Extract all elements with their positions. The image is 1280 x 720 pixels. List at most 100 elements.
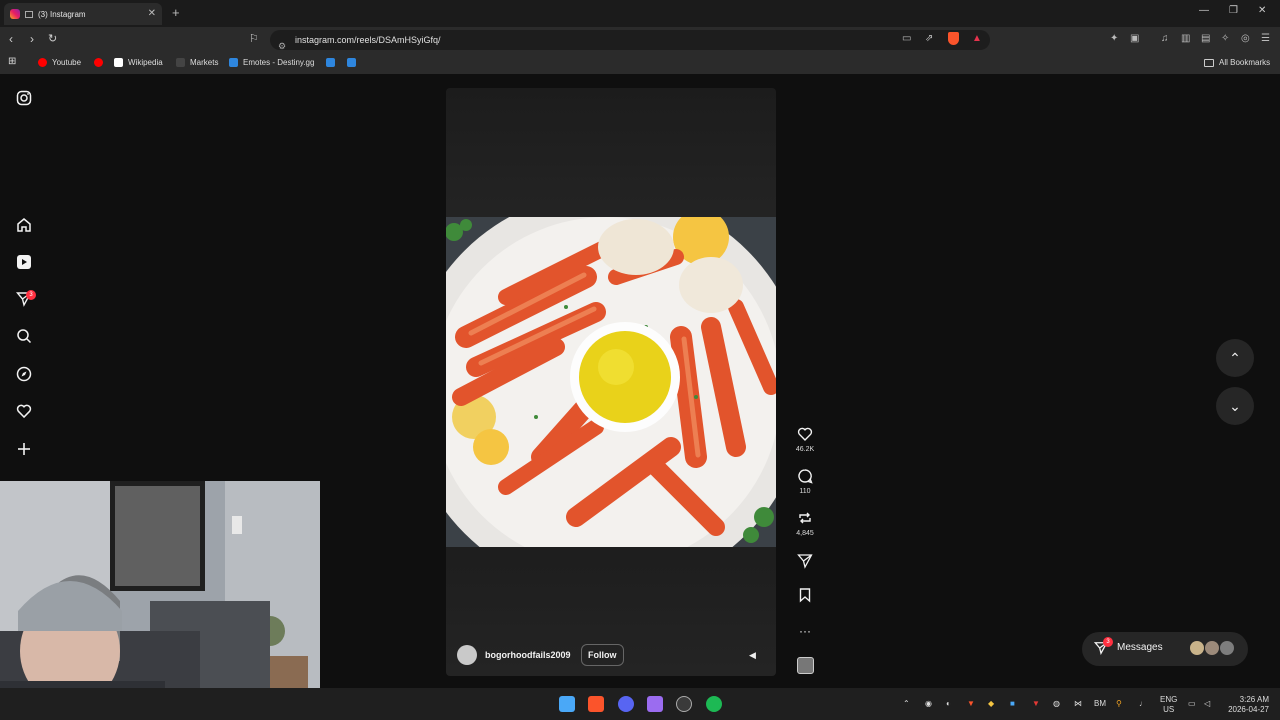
sidebar-icon[interactable]: ▥ [1181, 33, 1190, 44]
clock[interactable]: 3:26 AM 2026-04-27 [1223, 695, 1269, 715]
avatar [1190, 641, 1204, 655]
extension-icon[interactable]: ▣ [1130, 33, 1139, 44]
url-text: instagram.com/reels/DSAmHSyiGfq/ [295, 35, 441, 45]
cast-icon[interactable]: ▭ [902, 33, 911, 44]
bookmark-icon [790, 587, 820, 605]
search-icon[interactable] [14, 328, 34, 348]
bookmark-emotes[interactable]: Emotes - Destiny.gg [229, 58, 314, 67]
bookmark-label: Youtube [52, 58, 82, 67]
like-button[interactable]: 46.2K [790, 426, 820, 453]
folder-icon [1204, 58, 1214, 67]
wallet-icon[interactable]: ▤ [1201, 33, 1210, 44]
steam-icon[interactable]: ◐ [946, 699, 951, 708]
search-icon[interactable]: ⚲ [1116, 699, 1122, 708]
plus-icon[interactable] [14, 441, 34, 461]
back-icon[interactable]: ‹ [9, 32, 13, 46]
network-icon[interactable]: ▭ [1188, 699, 1196, 708]
mute-icon[interactable]: ◀ [749, 650, 756, 661]
microphone-icon[interactable]: ♩ [1139, 699, 1147, 708]
apps-grid-icon[interactable]: ⊞ [8, 56, 16, 67]
brave-shields-icon[interactable] [948, 32, 959, 45]
save-button[interactable] [790, 587, 820, 605]
tray-app-icon[interactable]: ⋈ [1074, 699, 1082, 708]
audio-icon [796, 657, 814, 674]
windows-taskbar: ⌃ ◉ ◐ ▼ ◆ ■ ▼ ◍ ⋈ BM ⚲ ♩ ENG US ▭ ◁ 3:26… [0, 688, 1280, 720]
audio-thumbnail[interactable] [790, 657, 820, 674]
avatar[interactable] [457, 645, 477, 665]
tray-bm-label[interactable]: BM [1094, 699, 1106, 708]
bookmark-wikipedia[interactable]: Wikipedia [114, 58, 163, 67]
bookmark-page-icon[interactable]: ⚐ [249, 32, 259, 45]
reel-video-frame[interactable] [446, 217, 776, 547]
compass-icon[interactable] [14, 366, 34, 386]
more-options-button[interactable]: ··· [790, 622, 820, 640]
heart-icon[interactable] [14, 403, 34, 423]
browser-toolbar: ‹ › ↻ ⚐ ⚙ instagram.com/reels/DSAmHSyiGf… [0, 27, 1280, 52]
avatar [1220, 641, 1234, 655]
reels-icon[interactable] [14, 254, 34, 274]
windows-start-icon[interactable] [559, 696, 575, 712]
bookmark-destiny-2[interactable] [347, 58, 361, 67]
brave-browser-icon[interactable] [588, 696, 604, 712]
reel-username[interactable]: bogorhoodfails2009 [485, 650, 571, 660]
follow-button[interactable]: Follow [581, 644, 624, 666]
share-icon[interactable]: ⇗ [925, 33, 933, 44]
comment-button[interactable]: 110 [790, 468, 820, 495]
bookmarks-bar: ⊞ Youtube Wikipedia Markets Emotes - Des… [0, 52, 1280, 74]
chevron-up-icon: ⌃ [1229, 350, 1241, 366]
reel-player[interactable]: bogorhoodfails2009 Follow ◀ [446, 88, 776, 676]
all-bookmarks-label: All Bookmarks [1219, 58, 1271, 67]
messages-button[interactable]: 3 Messages [1082, 632, 1248, 666]
youtube-icon [94, 58, 103, 67]
wikipedia-icon [114, 58, 123, 67]
browser-tab-bar: (3) Instagram ✕ + — ❐ ✕ [0, 0, 1280, 27]
volume-icon[interactable]: ◁ [1204, 699, 1210, 708]
tray-app-icon[interactable]: ▼ [1032, 699, 1040, 708]
restore-icon[interactable]: ❐ [1229, 5, 1238, 16]
chevron-down-icon: ⌄ [1229, 398, 1241, 414]
leo-ai-icon[interactable]: ✧ [1221, 33, 1229, 44]
window-close-icon[interactable]: ✕ [1258, 5, 1266, 16]
bookmark-youtube[interactable]: Youtube [38, 58, 81, 67]
brave-rewards-icon[interactable]: ▲ [972, 33, 982, 44]
forward-icon[interactable]: › [30, 32, 34, 46]
tray-app-icon[interactable]: ◍ [1053, 699, 1060, 708]
menu-icon[interactable]: ☰ [1261, 33, 1270, 44]
tray-chevron-icon[interactable]: ⌃ [903, 699, 910, 708]
repost-button[interactable]: 4,845 [790, 510, 820, 537]
bookmark-markets[interactable]: Markets [176, 58, 218, 67]
address-bar[interactable]: ⚙ instagram.com/reels/DSAmHSyiGfq/ [270, 30, 990, 51]
ellipsis-icon: ··· [799, 624, 811, 638]
minimize-icon[interactable]: — [1199, 5, 1209, 16]
spotify-icon[interactable] [706, 696, 722, 712]
new-tab-button[interactable]: + [172, 5, 180, 20]
comment-icon [790, 468, 820, 486]
extensions-icon[interactable]: ✦ [1110, 33, 1118, 44]
share-button[interactable] [790, 553, 820, 571]
next-reel-button[interactable]: ⌄ [1216, 387, 1254, 425]
bookmark-youtube-icon-only[interactable] [94, 58, 108, 67]
bookmark-destiny-1[interactable] [326, 58, 340, 67]
obsidian-icon[interactable] [647, 696, 663, 712]
tab-title: (3) Instagram [38, 9, 86, 19]
media-icon[interactable]: ♫ [1161, 33, 1169, 44]
destiny-icon [326, 58, 335, 67]
all-bookmarks-button[interactable]: All Bookmarks [1204, 58, 1270, 67]
tray-app-icon[interactable]: ■ [1010, 699, 1015, 708]
tray-app-icon[interactable]: ◆ [988, 699, 994, 708]
obs-icon[interactable] [676, 696, 692, 712]
brave-tray-icon[interactable]: ▼ [967, 699, 975, 708]
reload-icon[interactable]: ↻ [48, 32, 57, 45]
tab-instagram[interactable]: (3) Instagram ✕ [4, 3, 162, 25]
discord-icon[interactable] [618, 696, 634, 712]
instagram-icon[interactable] [14, 90, 34, 110]
messages-label: Messages [1117, 642, 1163, 653]
repost-count: 4,845 [796, 530, 814, 537]
language-indicator[interactable]: ENG US [1160, 695, 1177, 715]
send-icon [790, 553, 820, 571]
previous-reel-button[interactable]: ⌃ [1216, 339, 1254, 377]
tab-close-icon[interactable]: ✕ [148, 8, 156, 19]
home-icon[interactable] [14, 217, 34, 237]
vpn-icon[interactable]: ◎ [1241, 33, 1250, 44]
tray-app-icon[interactable]: ◉ [925, 699, 932, 708]
